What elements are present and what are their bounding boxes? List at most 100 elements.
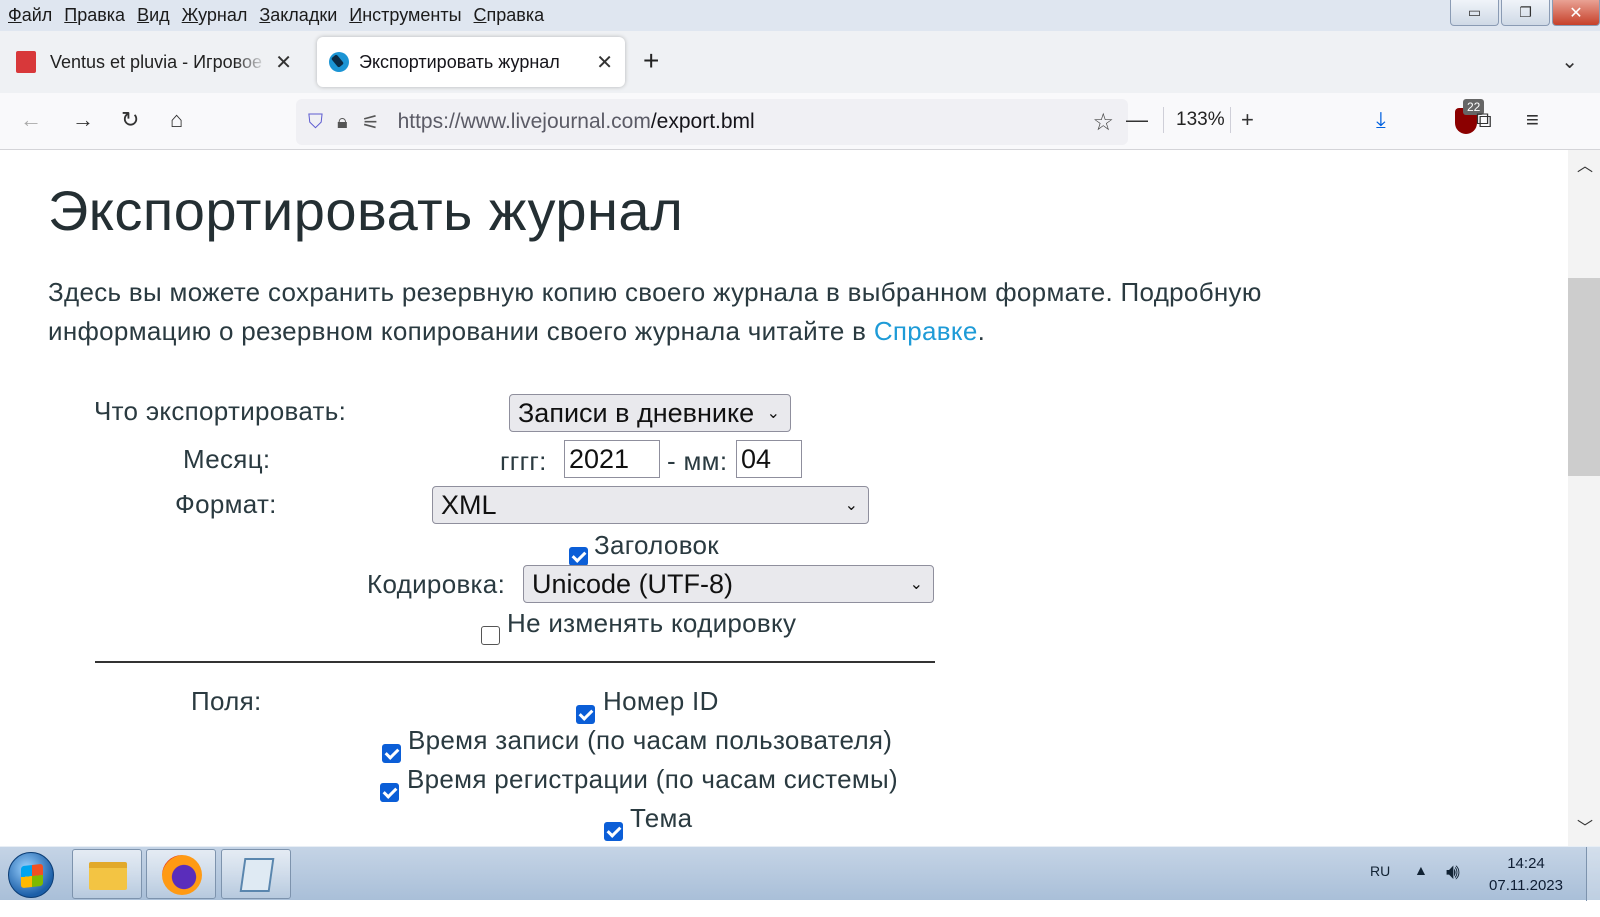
tab-export-journal[interactable]: Экспортировать журнал ✕ [317,37,625,87]
page-scrollbar[interactable]: ︿ ﹀ [1568,150,1600,846]
page-content: Экспортировать журнал Здесь вы можете со… [0,150,1568,846]
what-select[interactable]: Записи в дневнике ⌄ [509,394,791,432]
menu-file[interactable]: Файл [8,5,52,26]
red-book-favicon-icon [16,51,36,73]
language-indicator[interactable]: RU [1370,863,1390,917]
bookmark-star-icon[interactable]: ☆ [1092,108,1114,137]
zoom-out-button[interactable]: — [1126,105,1148,135]
minimize-button[interactable]: ▭ [1450,0,1499,26]
scroll-down-icon[interactable]: ﹀ [1577,814,1593,838]
folder-icon [89,862,127,890]
tab-ventus[interactable]: Ventus et pluvia - Игровое ✕ [4,37,304,87]
chevron-down-icon: ⌄ [844,497,858,514]
windows-taskbar: RU ▲ 🔊︎ 14:24 07.11.2023 [0,846,1600,901]
encoding-select[interactable]: Unicode (UTF-8) ⌄ [523,565,934,603]
extensions-icon[interactable]: ⧉ [1476,105,1492,135]
zoom-level[interactable]: 133% [1176,109,1225,131]
scroll-up-icon[interactable]: ︿ [1577,152,1593,176]
field-log-time-checkbox[interactable] [380,783,399,802]
clock[interactable]: 14:24 07.11.2023 [1476,853,1576,897]
menu-view[interactable]: Вид [137,5,170,26]
intro-text: Здесь вы можете сохранить резервную копи… [48,277,1262,346]
encoding-label: Кодировка: [367,569,506,599]
field-event-time-checkbox[interactable] [382,744,401,763]
tab-title: Экспортировать журнал [359,51,560,72]
page-title: Экспортировать журнал [48,179,684,242]
help-link[interactable]: Справке [874,316,978,346]
home-button[interactable]: ⌂ [170,105,183,135]
keep-encoding-label: Не изменять кодировку [507,608,797,638]
intro-end: . [977,316,986,346]
address-bar[interactable]: ⛉ 🔒︎ ⚟ https://www.livejournal.com/expor… [296,99,1128,145]
format-select-value: XML [441,489,497,520]
start-button[interactable] [8,852,54,898]
tab-bar: Ventus et pluvia - Игровое ✕ Экспортиров… [0,31,1600,93]
taskbar-explorer[interactable] [72,849,142,899]
field-id-label: Номер ID [603,686,719,716]
tab-title: Ventus et pluvia - Игровое [50,51,262,72]
close-tab-icon[interactable]: ✕ [596,50,613,75]
menu-tools[interactable]: Инструменты [349,5,461,26]
firefox-icon [162,855,202,895]
field-subject-checkbox[interactable] [604,822,623,841]
menu-bookmarks[interactable]: Закладки [259,5,337,26]
header-checkbox[interactable] [569,547,588,566]
keep-encoding-checkbox[interactable] [481,626,500,645]
zoom-separator [1163,107,1164,133]
reload-button[interactable]: ↻ [121,105,139,135]
windows-logo-icon [21,863,43,889]
clock-date: 07.11.2023 [1489,877,1563,894]
month-input[interactable]: 04 [736,440,802,478]
permissions-icon[interactable]: ⚟ [362,110,380,135]
menu-history[interactable]: Журнал [182,5,248,26]
menu-bar: Файл Правка Вид Журнал Закладки Инструме… [0,0,1600,31]
field-subject-label: Тема [630,803,693,833]
livejournal-favicon-icon [329,52,349,72]
chevron-down-icon: ⌄ [909,576,923,593]
restore-button[interactable]: ❐ [1501,0,1550,26]
header-label: Заголовок [594,530,719,560]
volume-icon[interactable]: 🔊︎ [1446,859,1460,913]
format-label: Формат: [175,489,277,519]
field-log-time-label: Время регистрации (по часам системы) [407,764,898,794]
downloads-icon[interactable]: ⤓ [1376,105,1386,135]
notepad-icon [239,858,275,892]
new-tab-button[interactable]: + [643,45,659,77]
month-sep-label: - мм: [667,446,728,476]
navigation-bar: ← → ↻ ⌂ ⛉ 🔒︎ ⚟ https://www.livejournal.c… [0,93,1600,150]
back-button[interactable]: ← [20,105,42,135]
section-divider [95,661,935,663]
url-text[interactable]: https://www.livejournal.com/export.bml [398,110,1093,134]
url-host: https://www.livejournal.com [397,110,651,133]
window-controls: ▭ ❐ ✕ [1448,0,1600,28]
format-select[interactable]: XML ⌄ [432,486,869,524]
zoom-in-button[interactable]: + [1241,105,1254,135]
close-tab-icon[interactable]: ✕ [275,50,292,75]
app-menu-icon[interactable]: ≡ [1526,105,1539,135]
taskbar-firefox[interactable] [146,849,216,899]
menu-help[interactable]: Справка [474,5,545,26]
scrollbar-thumb[interactable] [1568,278,1600,476]
url-path: /export.bml [650,110,755,133]
tracking-protection-shield-icon[interactable]: ⛉ [308,111,323,134]
what-label: Что экспортировать: [94,396,347,426]
lock-icon[interactable]: 🔒︎ [337,111,348,134]
list-all-tabs-icon[interactable]: ⌄ [1561,49,1578,74]
field-event-time-label: Время записи (по часам пользователя) [408,725,893,755]
tray-expand-icon[interactable]: ▲ [1414,862,1428,916]
menu-edit[interactable]: Правка [64,5,125,26]
intro-paragraph: Здесь вы можете сохранить резервную копи… [48,273,1428,351]
zoom-separator [1230,107,1231,133]
what-select-value: Записи в дневнике [518,397,755,428]
year-input[interactable]: 2021 [564,440,660,478]
year-label: гггг: [500,446,547,476]
forward-button[interactable]: → [72,105,94,135]
show-desktop-button[interactable] [1586,847,1600,901]
close-window-button[interactable]: ✕ [1552,0,1600,26]
taskbar-notepad[interactable] [221,849,291,899]
chevron-down-icon: ⌄ [766,405,780,422]
encoding-select-value: Unicode (UTF-8) [532,568,734,599]
field-id-checkbox[interactable] [576,705,595,724]
month-label: Месяц: [183,444,271,474]
clock-time: 14:24 [1507,855,1545,872]
